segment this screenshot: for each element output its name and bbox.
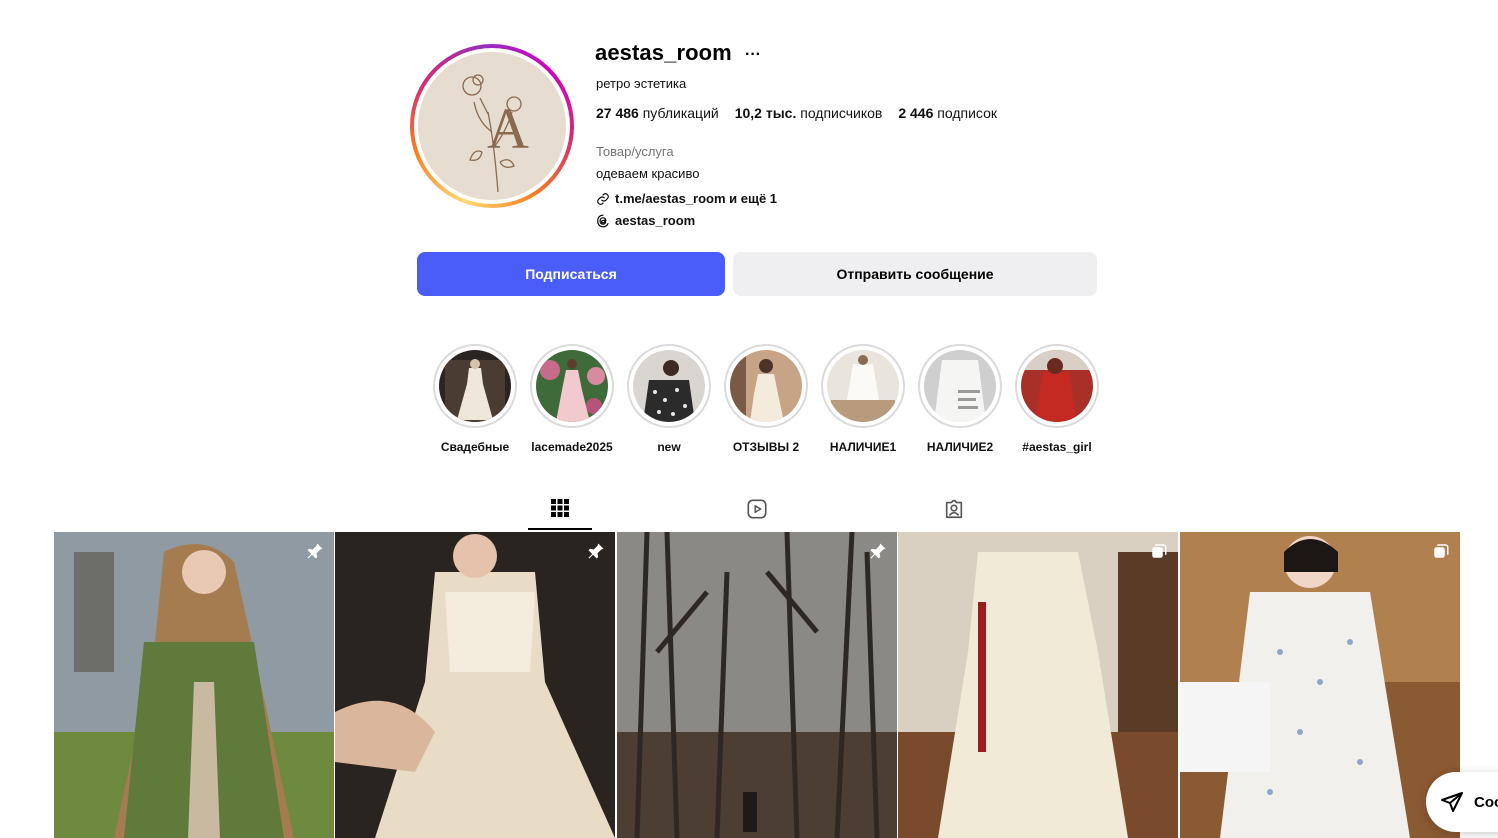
highlight-item[interactable]: lacemade2025 xyxy=(527,344,617,454)
highlight-cover xyxy=(536,350,608,422)
post-image xyxy=(1180,532,1460,838)
reels-icon xyxy=(747,499,767,519)
post-image xyxy=(335,532,615,838)
tab-tagged[interactable] xyxy=(922,488,986,530)
highlight-item[interactable]: new xyxy=(624,344,714,454)
tab-reels[interactable] xyxy=(725,488,789,530)
posts-count: 27 486 xyxy=(596,105,639,121)
following-label: подписок xyxy=(937,105,997,121)
highlight-cover xyxy=(730,350,802,422)
following-count: 2 446 xyxy=(898,105,934,121)
following-stat[interactable]: 2 446 подписок xyxy=(898,105,997,121)
highlight-ring xyxy=(530,344,614,428)
followers-label: подписчиков xyxy=(800,105,883,121)
highlight-item[interactable]: Свадебные xyxy=(430,344,520,454)
highlight-label: НАЛИЧИЕ1 xyxy=(829,440,897,454)
svg-text:A: A xyxy=(487,96,529,161)
threads-username: aestas_room xyxy=(615,213,696,228)
highlight-item[interactable]: #aestas_girl xyxy=(1012,344,1102,454)
highlight-cover xyxy=(1021,350,1093,422)
profile-bio: одеваем красиво xyxy=(596,166,700,181)
tagged-icon xyxy=(945,499,963,519)
profile-link-text: t.me/aestas_room и ещё 1 xyxy=(615,191,778,206)
post-tile[interactable] xyxy=(898,532,1178,838)
carousel-icon xyxy=(1152,544,1167,558)
post-image xyxy=(898,532,1178,838)
post-image xyxy=(617,532,897,838)
messages-floating-button[interactable]: Соо xyxy=(1426,772,1498,832)
avatar-logo-image: A xyxy=(418,52,566,200)
highlight-label: #aestas_girl xyxy=(1022,440,1092,454)
posts-label: публикаций xyxy=(642,105,719,121)
highlight-cover xyxy=(924,350,996,422)
threads-link[interactable]: aestas_room xyxy=(596,213,695,228)
highlight-ring xyxy=(724,344,808,428)
highlight-label: Свадебные xyxy=(440,440,510,454)
threads-icon xyxy=(597,214,609,227)
link-icon xyxy=(597,192,609,205)
post-image xyxy=(54,532,334,838)
post-tile[interactable] xyxy=(1180,532,1460,838)
highlight-cover xyxy=(439,350,511,422)
pin-icon xyxy=(588,543,604,559)
highlight-label: НАЛИЧИЕ2 xyxy=(926,440,994,454)
highlight-item[interactable]: НАЛИЧИЕ2 xyxy=(915,344,1005,454)
post-tile[interactable] xyxy=(335,532,615,838)
highlight-ring xyxy=(627,344,711,428)
highlight-item[interactable]: НАЛИЧИЕ1 xyxy=(818,344,908,454)
profile-link[interactable]: t.me/aestas_room и ещё 1 xyxy=(596,191,777,206)
pin-icon xyxy=(870,543,886,559)
send-icon xyxy=(1441,792,1463,812)
highlight-ring xyxy=(1015,344,1099,428)
follow-button[interactable]: Подписаться xyxy=(417,252,725,296)
profile-username: aestas_room xyxy=(595,40,732,65)
highlight-ring xyxy=(918,344,1002,428)
send-message-button[interactable]: Отправить сообщение xyxy=(733,252,1097,296)
highlight-label: ОТЗЫВЫ 2 xyxy=(732,440,800,454)
avatar[interactable]: A xyxy=(418,52,566,200)
followers-count: 10,2 тыс. xyxy=(734,105,797,121)
carousel-icon xyxy=(1434,544,1449,558)
post-tile[interactable] xyxy=(617,532,897,838)
grid-icon xyxy=(551,499,569,517)
highlight-label: new xyxy=(657,440,681,454)
profile-stats: 27 486 публикаций 10,2 тыс. подписчиков … xyxy=(596,105,997,121)
pin-icon xyxy=(307,543,323,559)
highlight-ring xyxy=(821,344,905,428)
highlight-cover xyxy=(827,350,899,422)
tab-posts[interactable] xyxy=(528,488,592,530)
messages-label: Соо xyxy=(1474,793,1498,811)
followers-stat[interactable]: 10,2 тыс. подписчиков xyxy=(735,105,883,121)
highlight-cover xyxy=(633,350,705,422)
more-options-icon[interactable]: ··· xyxy=(745,46,761,64)
highlight-ring xyxy=(433,344,517,428)
profile-full-name: ретро эстетика xyxy=(596,76,687,91)
highlight-item[interactable]: ОТЗЫВЫ 2 xyxy=(721,344,811,454)
highlight-label: lacemade2025 xyxy=(531,440,613,454)
profile-category: Товар/услуга xyxy=(596,144,674,159)
posts-stat: 27 486 публикаций xyxy=(596,105,719,121)
post-tile[interactable] xyxy=(54,532,334,838)
